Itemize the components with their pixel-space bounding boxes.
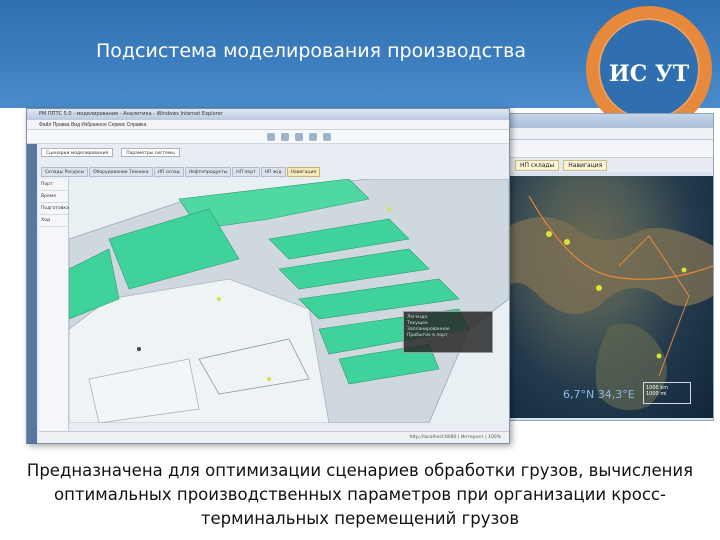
- port-map-graphics: [69, 179, 509, 423]
- tab-np-sklady[interactable]: НП склады: [515, 159, 560, 171]
- tab-oil-products[interactable]: Нефтепродукты: [184, 167, 232, 177]
- feeds-icon[interactable]: [281, 132, 289, 141]
- browser-toolbar: [27, 130, 509, 144]
- nav-item-port[interactable]: Порт: [39, 179, 68, 191]
- parameters-button[interactable]: Параметры системы: [121, 147, 180, 157]
- coordinate-readout: 6,7°N 34,3°E: [563, 388, 635, 401]
- window-menubar: [507, 128, 713, 140]
- tab-np-sklad[interactable]: НП склад: [153, 167, 184, 177]
- tools-icon[interactable]: [323, 132, 331, 141]
- slide-caption: Предназначена для оптимизации сценариев …: [26, 461, 694, 528]
- tab-equipment[interactable]: Оборудование Техника: [89, 167, 153, 177]
- tab-np-rail[interactable]: НП ж/д: [260, 167, 286, 177]
- slide-title: Подсистема моделирования производства: [96, 40, 526, 62]
- window-titlebar: РМ ППТС 5.0 - моделирование - Аналитика …: [27, 109, 509, 120]
- navigation-tabs: НП склады Навигация: [507, 158, 713, 172]
- legend-arrival: Прибытие в порт: [407, 333, 448, 338]
- navigation-window: НП склады Навигация 6,7°N 34,3°E 1000 km…: [506, 113, 714, 421]
- status-bar: http://localhost:8080 | Интернет | 100%: [39, 431, 509, 443]
- scale-mi: 1000 mi: [646, 391, 667, 397]
- scenario-toolbar: Сценарии моделирования Параметры системы: [41, 146, 180, 158]
- scenarios-button[interactable]: Сценарии моделирования: [41, 147, 114, 157]
- print-icon[interactable]: [295, 132, 303, 141]
- nav-item-progress[interactable]: Ход: [39, 215, 68, 227]
- logo-text: ИС УТ: [608, 61, 690, 87]
- map-legend: Легенда Текущее Запланированное Прибытие…: [403, 311, 493, 353]
- nav-item-time[interactable]: Время: [39, 191, 68, 203]
- window-toolbar: [507, 140, 713, 158]
- nav-item-preparation[interactable]: Подготовка: [39, 203, 69, 215]
- tab-np-port[interactable]: НП порт: [232, 167, 260, 177]
- window-titlebar: [507, 114, 713, 128]
- tab-sklady[interactable]: Склады Ресурсы: [41, 167, 89, 177]
- page-icon[interactable]: [309, 132, 317, 141]
- left-nav: Порт Время Подготовка Ход: [39, 179, 69, 431]
- home-icon[interactable]: [267, 132, 275, 141]
- port-terminal-map[interactable]: [69, 179, 509, 423]
- module-tabs: Склады Ресурсы Оборудование Техника НП с…: [41, 167, 321, 177]
- app-sidebar-strip: [27, 144, 37, 444]
- tab-navigation[interactable]: Навигация: [286, 167, 321, 177]
- window-menubar: Файл Правка Вид Избранное Сервис Справка: [27, 120, 509, 130]
- map-scale: 1000 km 1000 mi: [643, 382, 691, 404]
- tab-navigation[interactable]: Навигация: [563, 159, 608, 171]
- port-model-window: РМ ППТС 5.0 - моделирование - Аналитика …: [26, 108, 510, 444]
